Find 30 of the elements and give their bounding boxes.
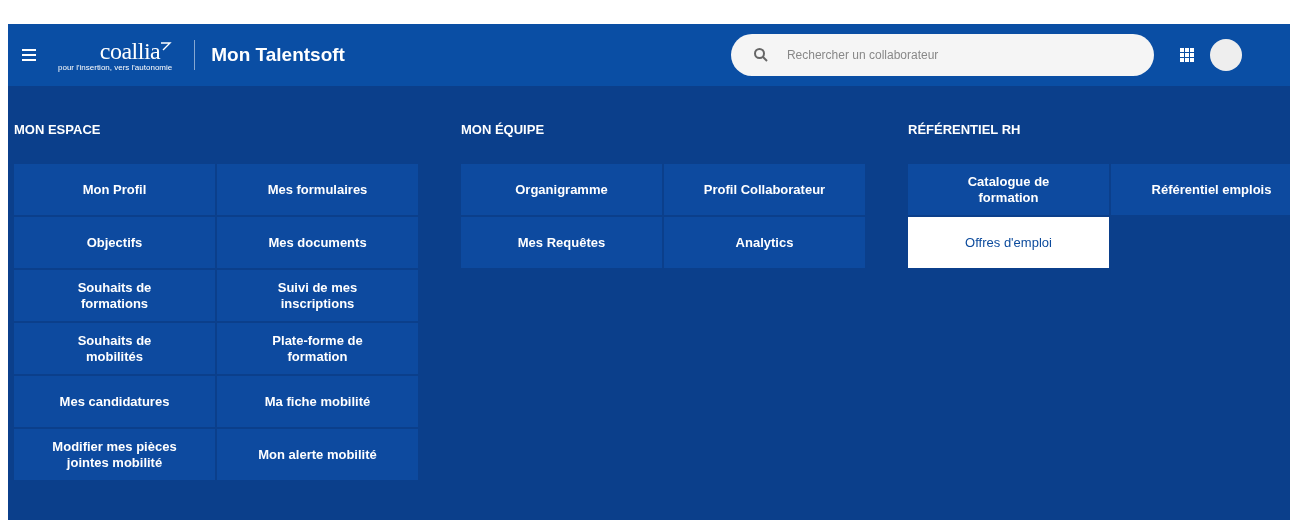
- menu-tile[interactable]: Mes formulaires: [217, 164, 418, 215]
- menu-tile[interactable]: Modifier mes pièces jointes mobilité: [14, 429, 215, 480]
- menu-tile[interactable]: Mon Profil: [14, 164, 215, 215]
- menu-tile[interactable]: Souhaits de mobilités: [14, 323, 215, 374]
- menu-tile[interactable]: Organigramme: [461, 164, 662, 215]
- menu-tile[interactable]: Objectifs: [14, 217, 215, 268]
- apps-grid-icon[interactable]: [1179, 48, 1194, 62]
- menu-tile[interactable]: Mes candidatures: [14, 376, 215, 427]
- menu-tile[interactable]: Souhaits de formations: [14, 270, 215, 321]
- menu-tile[interactable]: Analytics: [664, 217, 865, 268]
- section-heading: RÉFÉRENTIEL RH: [908, 122, 1022, 138]
- avatar[interactable]: [1209, 39, 1242, 71]
- menu-tile[interactable]: Référentiel emplois: [1111, 164, 1290, 215]
- menu-tile[interactable]: Profil Collaborateur: [664, 164, 865, 215]
- menu-icon[interactable]: [22, 49, 36, 61]
- menu-tile[interactable]: Suivi de mes inscriptions: [217, 270, 418, 321]
- menu-tile[interactable]: Mes documents: [217, 217, 418, 268]
- menu-tile[interactable]: Mon alerte mobilité: [217, 429, 418, 480]
- logo-tagline: pour l'insertion, vers l'autonomie: [58, 62, 173, 72]
- app-title: Mon Talentsoft: [211, 44, 345, 66]
- menu-tile[interactable]: Catalogue de formation: [908, 164, 1109, 215]
- menu-tile[interactable]: Plate-forme de formation: [217, 323, 418, 374]
- search-icon: [752, 47, 769, 63]
- menu-tile[interactable]: Mes Requêtes: [461, 217, 662, 268]
- menu-tile[interactable]: Offres d'emploi: [908, 217, 1109, 268]
- logo-wordmark: coallia: [99, 38, 161, 63]
- section-heading: MON ESPACE: [14, 122, 102, 138]
- search-field[interactable]: Rechercher un collaborateur: [730, 34, 1154, 76]
- menu-tile[interactable]: Ma fiche mobilité: [217, 376, 418, 427]
- section-heading: MON ÉQUIPE: [461, 122, 546, 138]
